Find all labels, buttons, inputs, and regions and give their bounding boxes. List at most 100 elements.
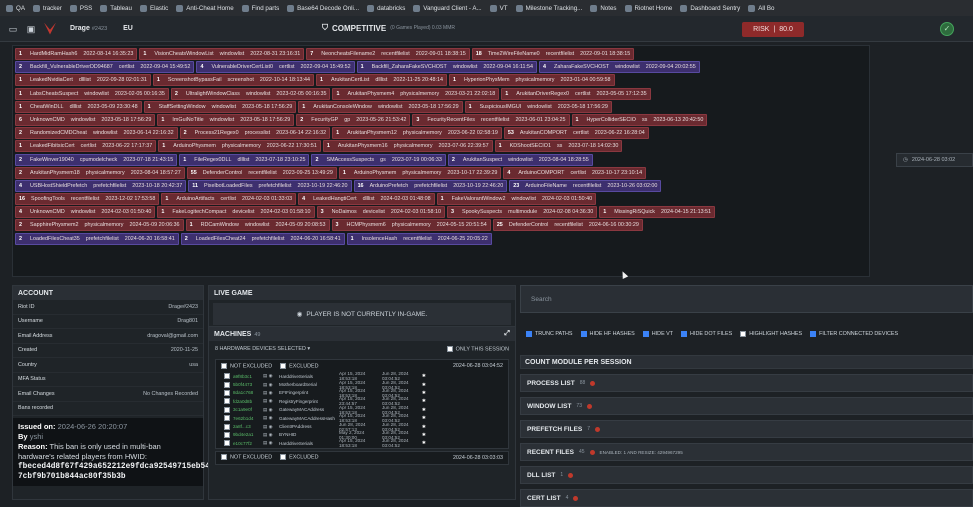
- filter-checkbox[interactable]: TRUNC PATHS: [526, 331, 573, 337]
- module-row[interactable]: PROCESS LIST 88: [520, 374, 973, 392]
- detection-chip[interactable]: 1 FileRegex0DLL dlllist 2023-07-18 23:10:25: [179, 153, 310, 166]
- hardware-actions-icon[interactable]: ▤ ◉: [263, 398, 279, 404]
- hardware-checkbox[interactable]: [224, 398, 230, 405]
- hardware-actions-icon[interactable]: ▤ ◉: [263, 415, 279, 421]
- module-row[interactable]: DLL LIST 1: [520, 466, 973, 484]
- bookmark[interactable]: QA: [6, 4, 25, 12]
- detection-chip[interactable]: 2 RandomizedCMDCheat windowlist 2023-06-14 …: [15, 127, 178, 140]
- bookmark[interactable]: Vanguard Client - A...: [413, 4, 482, 12]
- detection-chip[interactable]: 2 LoadedFilesCheat35 prefetchfilelist 2024-…: [15, 232, 179, 245]
- star-icon[interactable]: ✱: [422, 373, 430, 379]
- card-icon[interactable]: ▭: [8, 24, 18, 34]
- detection-chip[interactable]: 1 HardMidRamHash6 2022-08-14 16:35:23: [15, 48, 138, 60]
- detection-chip[interactable]: 1 ImGuiNoTitle windowlist 2023-05-18 17:56:…: [157, 113, 295, 126]
- detection-chip[interactable]: 1 SuspiciousIMGUI windowlist 2023-05-18 17:…: [464, 100, 612, 113]
- module-row[interactable]: CERT LIST 4: [520, 489, 973, 507]
- detection-chip[interactable]: 1 ArukitanPhysmem12 physicalmemory 2023-06-…: [332, 127, 502, 140]
- detection-chip[interactable]: 1 LabsCheatsSuspect windowlist 2023-02-05 0…: [15, 87, 169, 100]
- hardware-checkbox[interactable]: [224, 381, 230, 388]
- detection-chip[interactable]: 1 ScreenshotBypassFail screenshot 2022-10-1…: [152, 74, 314, 87]
- detection-chip[interactable]: 1 MissingRiSQuick 2024-04-15 21:13:51: [599, 206, 716, 219]
- detection-chip[interactable]: 16 ArduinoPrefetch prefetchfilelist 2023-10…: [353, 179, 508, 192]
- filter-checkbox[interactable]: HIDE HF HASHES: [580, 331, 635, 337]
- bookmark[interactable]: Riotnet Home: [624, 4, 672, 12]
- detection-chip[interactable]: 1 HyperionPhysMem physicalmemory 2023-01-04…: [448, 74, 615, 87]
- detection-chip[interactable]: 2 UltralightWindowClass windowlist 2023-02-…: [170, 87, 331, 100]
- bookmark[interactable]: PSS: [69, 4, 92, 12]
- detection-chip[interactable]: 1 VisionCheatsWindowList windowlist 2022-08…: [139, 48, 305, 60]
- detection-chip[interactable]: 1 HyperColliderSECIO ss 2023-06-13 20:42:50: [571, 113, 708, 126]
- detection-chip[interactable]: 1 Backfill_ZaharaFakeSVCHOST windowlist 202…: [356, 61, 538, 74]
- detection-chip[interactable]: 2 ArukitanPhysmem18 physicalmemory 2023-08-…: [15, 166, 185, 179]
- detection-chip[interactable]: 1 InsolenceHash recentfilelist 2024-06-25 2…: [346, 232, 492, 245]
- filter-checkbox[interactable]: HIDE DOT FILES: [681, 331, 732, 337]
- detection-chip[interactable]: 1 ArukitanConsoleWindow windowlist 2023-05-…: [298, 100, 463, 113]
- hardware-actions-icon[interactable]: ▤ ◉: [263, 382, 279, 388]
- detection-chip[interactable]: 3 SpookySuspects multimodule 2024-02-08 04:…: [446, 206, 598, 219]
- detection-chip[interactable]: 1 ArukitanCertList dlllist 2022-11-25 20:48…: [315, 74, 447, 87]
- detection-chip[interactable]: 3 FecurityRecentFiles recentfilelist 2023-0…: [412, 113, 570, 126]
- star-icon[interactable]: ✱: [422, 390, 430, 396]
- bookmark[interactable]: Dashboard Sentry: [680, 4, 740, 12]
- bookmark[interactable]: Elastic: [139, 4, 168, 12]
- filter-checkbox[interactable]: HIDE VT: [642, 331, 673, 337]
- detection-chip[interactable]: 2 ArukitanSuspect windowlist 2023-08-04 18:…: [447, 153, 593, 166]
- detection-chip[interactable]: 1 ArukitanPhysmem16 physicalmemory 2023-07-…: [322, 140, 493, 153]
- detection-chip[interactable]: 11 PixelbotLoadedFiles prefetchfilelist 202…: [188, 179, 352, 192]
- detection-chip[interactable]: 1 CheatWinDLL dlllist 2023-05-09 23:30:48: [15, 100, 142, 113]
- detection-chip[interactable]: 18 Time2WireFileName0 recentfilelist 2022-0…: [471, 48, 635, 60]
- detection-chip[interactable]: 2 Backfill_VulnerableDriverDD94687 certlis…: [15, 61, 195, 74]
- detection-chip[interactable]: 1 RDCamWindow windowlist 2024-05-09 20:08:5…: [185, 219, 330, 232]
- not-excluded-checkbox[interactable]: NOT EXCLUDED: [221, 362, 272, 369]
- detection-chip[interactable]: 2 LoadedFilesCheat24 prefetchfilelist 2024-…: [180, 232, 345, 245]
- detection-chip[interactable]: 1 ArduinoArtifacts certlist 2024-02-03 01:3…: [161, 193, 297, 206]
- not-excluded-checkbox[interactable]: NOT EXCLUDED: [221, 454, 272, 461]
- star-icon[interactable]: ✱: [422, 407, 430, 413]
- detection-chip[interactable]: 2 FecurityGP gp 2023-05-26 21:53:42: [296, 113, 411, 126]
- hardware-checkbox[interactable]: [224, 440, 230, 447]
- bookmark[interactable]: tracker: [32, 4, 62, 12]
- detection-chip[interactable]: 4 VulnerableDriverCertList0 certlist 2022-0…: [196, 61, 355, 74]
- detection-chip[interactable]: 25 DefenderControl recentfilelist 2024-06-1…: [492, 219, 643, 232]
- hardware-checkbox[interactable]: [224, 415, 230, 422]
- detection-chip[interactable]: 6 UnknownCMD windowlist 2023-05-18 17:56:29: [15, 113, 156, 126]
- bookmark[interactable]: Milestone Tracking...: [515, 4, 582, 12]
- bookmark[interactable]: Anti-Cheat Home: [176, 4, 234, 12]
- hardware-checkbox[interactable]: [224, 373, 230, 380]
- hardware-checkbox[interactable]: [224, 423, 230, 430]
- detection-chip[interactable]: 1 LeakedFibitsicCert certlist 2023-06-22 17…: [15, 140, 157, 153]
- bookmark[interactable]: Tableau: [100, 4, 132, 12]
- hardware-select-dropdown[interactable]: 8 HARDWARE DEVICES SELECTED ▾: [215, 346, 310, 352]
- star-icon[interactable]: ✱: [422, 440, 430, 446]
- hardware-checkbox[interactable]: [224, 431, 230, 438]
- detection-chip[interactable]: 3 NoDaimos devicelist 2024-02-03 01:58:10: [316, 206, 445, 219]
- hardware-actions-icon[interactable]: ▤ ◉: [263, 432, 279, 438]
- filter-checkbox[interactable]: HIGHLIGHT HASHES: [740, 331, 802, 337]
- star-icon[interactable]: ✱: [422, 415, 430, 421]
- detection-chip[interactable]: 7 NeoncheatsFilename2 recentfilelist 2022-0…: [306, 48, 470, 60]
- hardware-actions-icon[interactable]: ▤ ◉: [263, 424, 279, 430]
- excluded-checkbox[interactable]: EXCLUDED: [280, 454, 319, 461]
- star-icon[interactable]: ✱: [422, 432, 430, 438]
- bookmark[interactable]: databricks: [367, 4, 405, 12]
- filter-checkbox[interactable]: FILTER CONNECTED DEVICES: [810, 331, 898, 337]
- hardware-actions-icon[interactable]: ▤ ◉: [263, 407, 279, 413]
- detection-chip[interactable]: 1 StaffSettingWindow windowlist 2023-05-18 …: [143, 100, 297, 113]
- detection-chip[interactable]: 1 ArukitanDriverRegex0 certlist 2023-05-05 …: [501, 87, 651, 100]
- search-input[interactable]: Search: [520, 285, 973, 313]
- excluded-checkbox[interactable]: EXCLUDED: [280, 362, 319, 369]
- detection-chip[interactable]: 1 ArukitanPhysmem4 physicalmemory 2023-03-2…: [332, 87, 500, 100]
- detection-chip[interactable]: 1 FakeLogitechCompact devicelist 2024-02-03…: [157, 206, 315, 219]
- star-icon[interactable]: ✱: [422, 382, 430, 388]
- detection-chip[interactable]: 2 Process21Regex0 processlist 2023-06-14 22…: [179, 127, 331, 140]
- detection-chip[interactable]: 4 USBHostShieldPrefetch prefetchfilelist 20…: [15, 179, 187, 192]
- hardware-actions-icon[interactable]: ▤ ◉: [263, 390, 279, 396]
- hardware-checkbox[interactable]: [224, 389, 230, 396]
- hardware-actions-icon[interactable]: ▤ ◉: [263, 440, 279, 446]
- detection-chip[interactable]: 1 FakeValorantWindow2 windowlist 2024-02-03…: [436, 193, 597, 206]
- detection-chip[interactable]: 4 UnknownCMD windowlist 2024-02-03 01:50:40: [15, 206, 156, 219]
- detection-chip[interactable]: 55 DefenderControl recentfilelist 2023-09-2…: [186, 166, 337, 179]
- status-check-icon[interactable]: ✓: [940, 22, 954, 36]
- star-icon[interactable]: ✱: [422, 398, 430, 404]
- detection-chip[interactable]: 1 ArduinoPhysmem physicalmemory 2023-10-17 …: [338, 166, 502, 179]
